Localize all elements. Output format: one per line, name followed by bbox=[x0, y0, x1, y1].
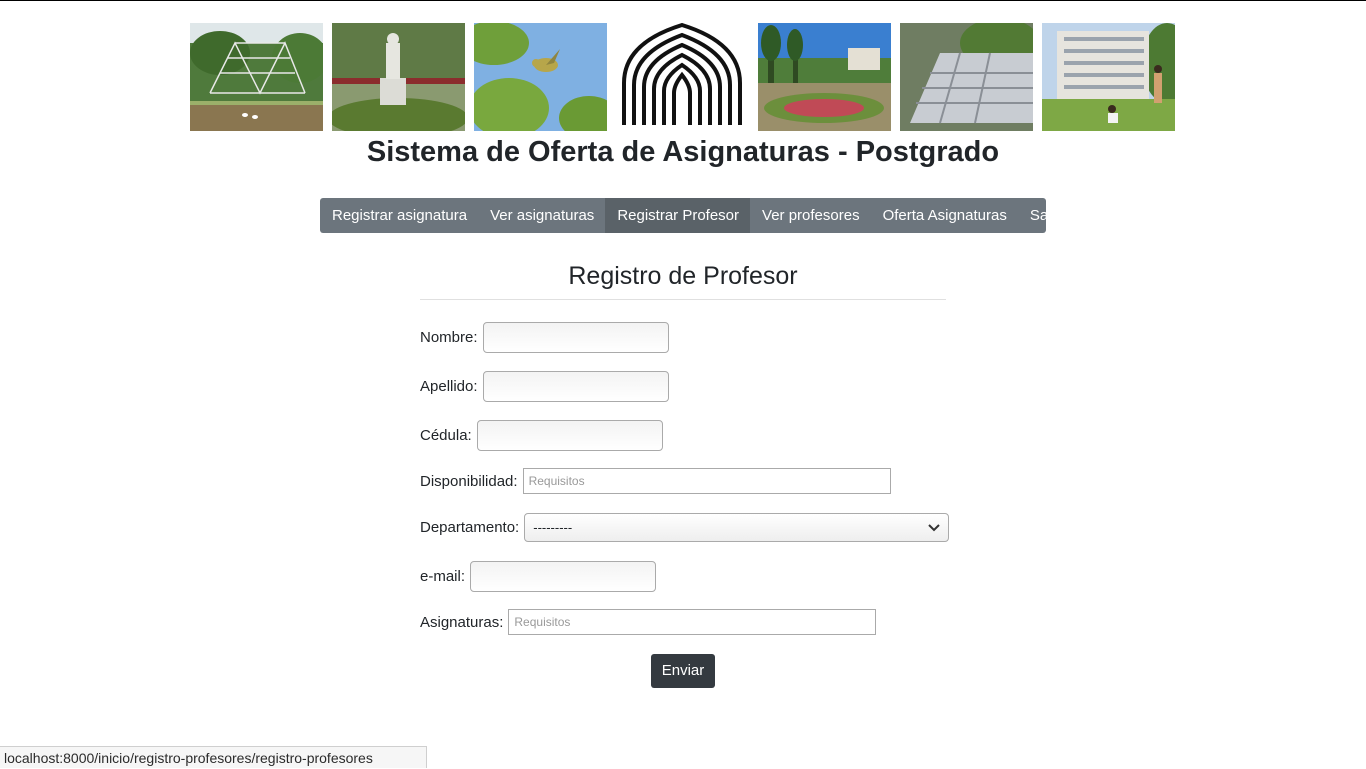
nav-item-registrar-profesor[interactable]: Registrar Profesor bbox=[605, 198, 751, 233]
disponibilidad-input[interactable]: Requisitos bbox=[522, 468, 891, 494]
main-nav: Registrar asignatura Ver asignaturas Reg… bbox=[320, 198, 1046, 233]
form-title: Registro de Profesor bbox=[568, 262, 798, 290]
email-input[interactable] bbox=[470, 561, 657, 592]
header-photo-strip bbox=[190, 23, 1176, 131]
window-top-border bbox=[0, 0, 1366, 1]
apellido-input[interactable] bbox=[482, 371, 669, 402]
photo-building-lawn bbox=[1042, 23, 1175, 131]
photo-statue bbox=[332, 23, 465, 131]
departamento-selected-value: --------- bbox=[533, 520, 573, 535]
nav-item-registrar-asignatura[interactable]: Registrar asignatura bbox=[320, 198, 478, 233]
nombre-row: Nombre: bbox=[420, 322, 669, 353]
nav-item-ver-profesores[interactable]: Ver profesores bbox=[750, 198, 871, 233]
photo-sculpture-pond bbox=[190, 23, 323, 131]
chevron-down-icon bbox=[928, 520, 940, 535]
disponibilidad-label: Disponibilidad: bbox=[420, 472, 518, 490]
nombre-label: Nombre: bbox=[420, 329, 478, 346]
nombre-input[interactable] bbox=[482, 322, 669, 353]
asignaturas-input[interactable]: Requisitos bbox=[508, 609, 877, 635]
departamento-select[interactable]: --------- bbox=[524, 513, 950, 542]
nav-item-salir[interactable]: Salir bbox=[1018, 198, 1046, 233]
nav-item-oferta-asignaturas[interactable]: Oferta Asignaturas bbox=[871, 198, 1018, 233]
email-row: e-mail: bbox=[420, 561, 657, 592]
email-label: e-mail: bbox=[420, 568, 466, 585]
photo-bird bbox=[474, 23, 607, 131]
enviar-button[interactable]: Enviar bbox=[651, 654, 715, 688]
cedula-row: Cédula: bbox=[420, 420, 663, 451]
cedula-label: Cédula: bbox=[420, 427, 472, 444]
logo-ucv bbox=[616, 23, 749, 131]
browser-status-url: localhost:8000/inicio/registro-profesore… bbox=[0, 746, 427, 768]
apellido-row: Apellido: bbox=[420, 371, 669, 402]
site-title: Sistema de Oferta de Asignaturas - Postg… bbox=[366, 136, 1000, 168]
nav-item-ver-asignaturas[interactable]: Ver asignaturas bbox=[478, 198, 605, 233]
asignaturas-label: Asignaturas: bbox=[420, 613, 504, 631]
disponibilidad-row: Disponibilidad: Requisitos bbox=[420, 468, 891, 494]
photo-campus-garden bbox=[758, 23, 891, 131]
cedula-input[interactable] bbox=[476, 420, 663, 451]
asignaturas-placeholder: Requisitos bbox=[514, 615, 571, 629]
form-divider bbox=[420, 299, 946, 300]
photo-fountain bbox=[900, 23, 1033, 131]
asignaturas-row: Asignaturas: Requisitos bbox=[420, 609, 877, 635]
apellido-label: Apellido: bbox=[420, 378, 478, 395]
departamento-row: Departamento: --------- bbox=[420, 513, 950, 542]
departamento-label: Departamento: bbox=[420, 519, 520, 536]
disponibilidad-placeholder: Requisitos bbox=[528, 474, 585, 488]
